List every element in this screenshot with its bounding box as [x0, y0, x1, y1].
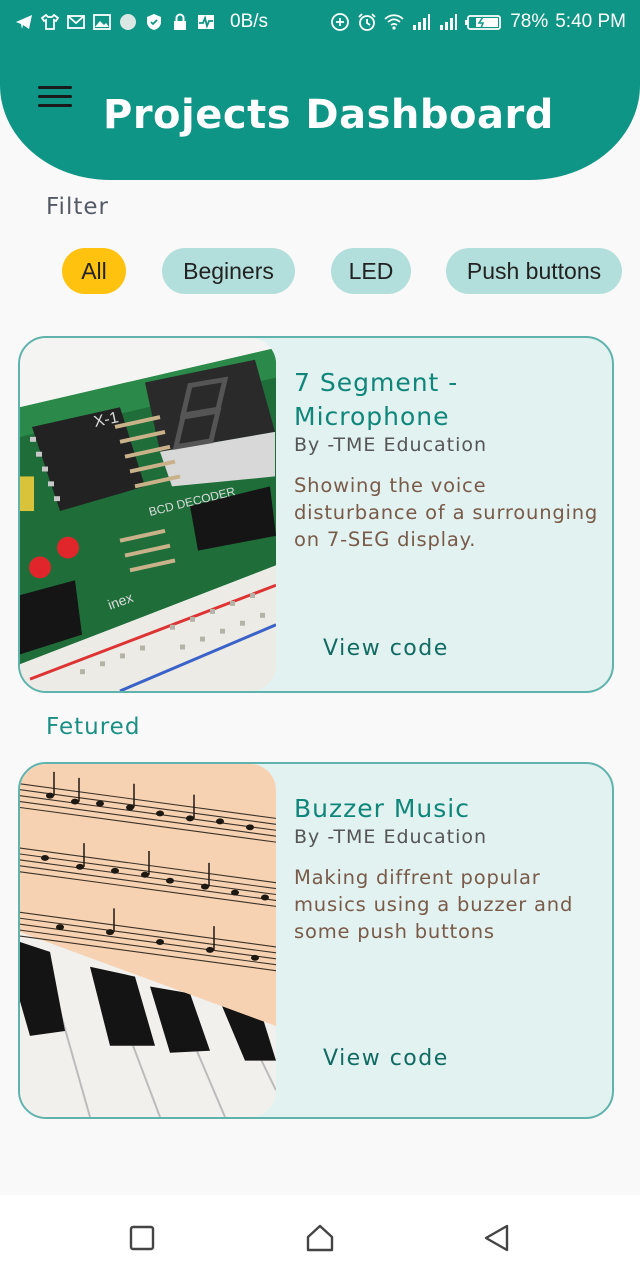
sheet-music-piano-image: [20, 764, 276, 1117]
battery-percent: 78%: [510, 11, 549, 32]
featured-project-card[interactable]: Buzzer Music By -TME Education Making di…: [18, 762, 614, 1119]
gmail-icon: [66, 12, 86, 32]
circle-icon: [118, 12, 138, 32]
signal-icon: [438, 12, 458, 32]
gallery-icon: [92, 12, 112, 32]
chip-led[interactable]: LED: [331, 248, 411, 294]
wifi-icon: [384, 12, 404, 32]
system-navigation-bar: [0, 1195, 640, 1280]
shirt-icon: [40, 12, 60, 32]
chip-all[interactable]: All: [62, 248, 126, 294]
lock-icon: [170, 12, 190, 32]
status-bar-system: 78% 5:40 PM: [330, 11, 626, 33]
home-icon[interactable]: [303, 1221, 337, 1255]
filter-label: Filter: [46, 194, 109, 220]
shield-icon: [144, 12, 164, 32]
featured-label: Fetured: [46, 714, 141, 740]
card-description: Showing the voice disturbance of a surro…: [294, 474, 599, 551]
card-title: 7 Segment - Microphone: [294, 368, 459, 431]
alarm-icon: [357, 12, 377, 32]
back-triangle-icon[interactable]: [480, 1221, 514, 1255]
network-speed: 0B/s: [230, 11, 269, 32]
view-code-button[interactable]: View code: [323, 636, 449, 661]
view-code-button[interactable]: View code: [323, 1046, 449, 1071]
page-title: Projects Dashboard: [103, 92, 554, 138]
card-author: By -TME Education: [294, 434, 488, 456]
clock: 5:40 PM: [555, 11, 626, 32]
7-segment-breadboard-image: X-1 BCD DECODER inex: [20, 338, 276, 691]
card-author: By -TME Education: [294, 826, 488, 848]
telegram-icon: [14, 12, 34, 32]
hamburger-menu-icon[interactable]: [38, 86, 74, 114]
card-description: Making diffrent popular musics using a b…: [294, 866, 574, 943]
data-saver-icon: [330, 12, 350, 32]
signal-icon: [411, 12, 431, 32]
app-header: 0B/s 78% 5:40 PM Projects Dashboard: [0, 0, 640, 180]
card-title: Buzzer Music: [294, 794, 470, 823]
recents-square-icon[interactable]: [125, 1221, 159, 1255]
chip-push-buttons[interactable]: Push buttons: [446, 248, 622, 294]
status-bar-notifications: 0B/s: [14, 11, 268, 33]
status-bar: 0B/s 78% 5:40 PM: [0, 0, 640, 44]
activity-icon: [196, 12, 216, 32]
chip-beginers[interactable]: Beginers: [162, 248, 295, 294]
project-card[interactable]: X-1 BCD DECODER inex 7 Segment - Microph…: [18, 336, 614, 693]
battery-charging-icon: [465, 12, 503, 32]
filter-chips: All Beginers LED Push buttons: [0, 248, 640, 294]
